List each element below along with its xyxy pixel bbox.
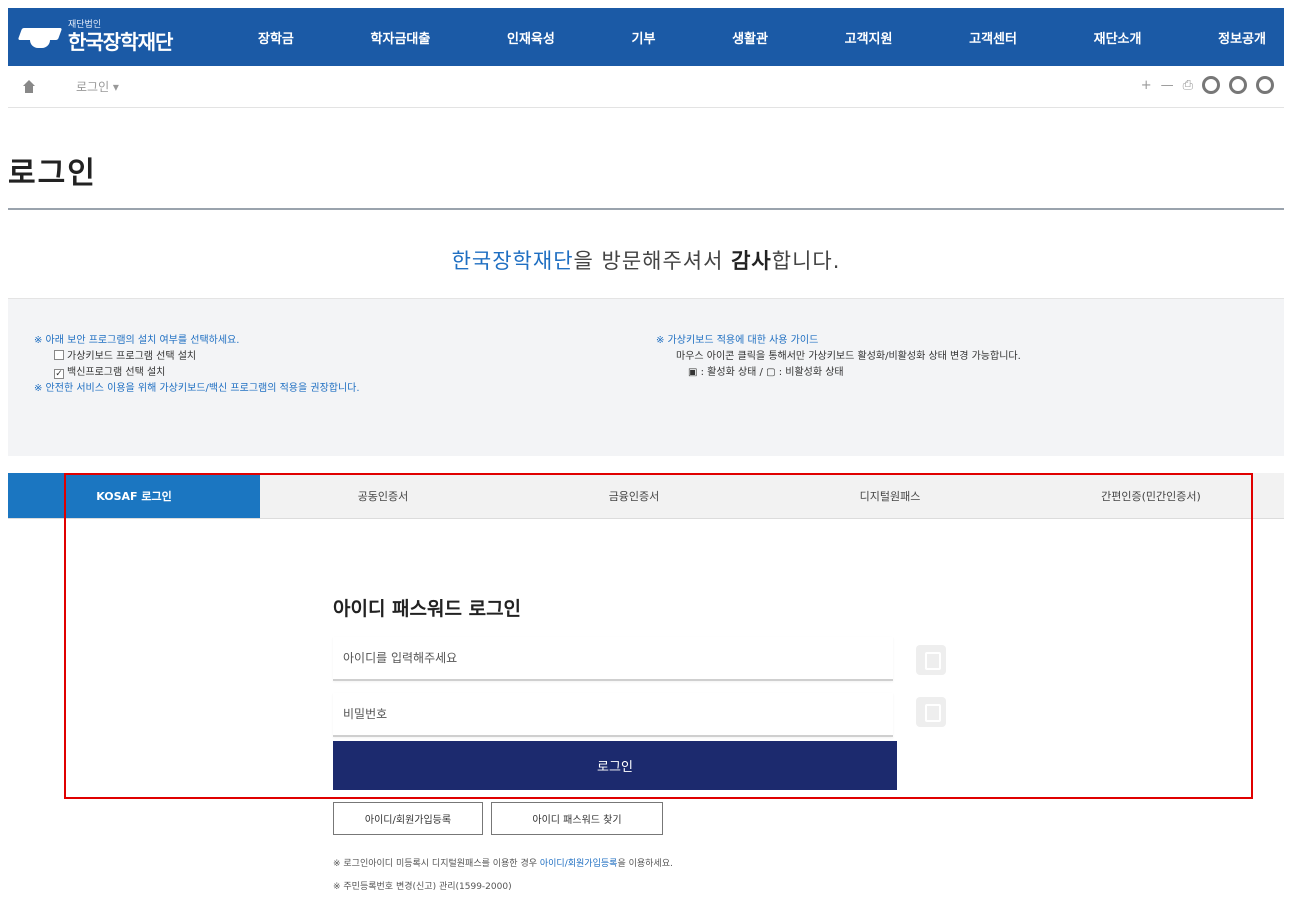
share-facebook-icon[interactable] bbox=[1202, 76, 1220, 94]
tab-simple-auth[interactable]: 간편인증(민간인증서) bbox=[1018, 473, 1284, 518]
menu-item-disclosure[interactable]: 정보공개 bbox=[1218, 28, 1266, 47]
page-title: 로그인 bbox=[8, 156, 97, 191]
main-menu: 장학금 학자금대출 인재육성 기부 생활관 고객지원 고객센터 재단소개 정보공… bbox=[258, 28, 1284, 47]
id-field bbox=[333, 637, 893, 681]
login-method-tabs: KOSAF 로그인 공동인증서 금융인증서 디지털원패스 간편인증(민간인증서) bbox=[8, 473, 1284, 519]
menu-item-talent[interactable]: 인재육성 bbox=[507, 28, 555, 47]
tab-digital-onepass[interactable]: 디지털원패스 bbox=[762, 473, 1018, 518]
menu-item-dormitory[interactable]: 생활관 bbox=[732, 28, 768, 47]
id-input[interactable] bbox=[333, 637, 893, 679]
menu-item-student-loan[interactable]: 학자금대출 bbox=[371, 28, 431, 47]
signup-button[interactable]: 아이디/회원가입등록 bbox=[333, 802, 483, 835]
zoom-out-button[interactable]: — bbox=[1161, 78, 1174, 93]
breadcrumb-current[interactable]: 로그인 ▾ bbox=[76, 78, 119, 95]
login-help-text: ※ 로그인아이디 미등록시 디지털원패스를 이용한 경우 아이디/회원가입등록을… bbox=[333, 859, 673, 869]
menu-item-scholarship[interactable]: 장학금 bbox=[258, 28, 294, 47]
antivirus-checkbox[interactable]: ✓ bbox=[54, 369, 64, 379]
zoom-in-button[interactable]: + bbox=[1141, 78, 1152, 93]
menu-item-about[interactable]: 재단소개 bbox=[1094, 28, 1142, 47]
signup-help-link[interactable]: 아이디/회원가입등록 bbox=[540, 859, 618, 869]
site-logo[interactable]: 재단법인 한국장학재단 bbox=[8, 20, 258, 54]
menu-item-customer-center[interactable]: 고객센터 bbox=[969, 28, 1017, 47]
virtual-keyboard-checkbox[interactable] bbox=[54, 350, 64, 360]
login-form-title: 아이디 패스워드 로그인 bbox=[333, 598, 522, 620]
virtual-keyboard-icon[interactable] bbox=[916, 697, 946, 727]
find-account-button[interactable]: 아이디 패스워드 찾기 bbox=[491, 802, 663, 835]
welcome-brand: 한국장학재단 bbox=[451, 249, 574, 273]
tab-kosaf-login[interactable]: KOSAF 로그인 bbox=[8, 473, 260, 518]
graduation-cap-icon bbox=[17, 20, 63, 54]
share-blog-icon[interactable] bbox=[1256, 76, 1274, 94]
password-input[interactable] bbox=[333, 693, 893, 735]
breadcrumb: 로그인 ▾ + — ⎙ bbox=[8, 66, 1284, 108]
top-navigation-bar: 재단법인 한국장학재단 장학금 학자금대출 인재육성 기부 생활관 고객지원 고… bbox=[8, 8, 1284, 66]
login-button[interactable]: 로그인 bbox=[333, 741, 897, 790]
menu-item-support[interactable]: 고객지원 bbox=[845, 28, 893, 47]
print-icon[interactable]: ⎙ bbox=[1183, 78, 1193, 93]
logo-subtitle: 재단법인 bbox=[68, 20, 102, 30]
resident-number-help-link[interactable]: ※ 주민등록번호 변경(신고) 관리(1599-2000) bbox=[333, 879, 512, 892]
security-notice-box: ※ 아래 보안 프로그램의 설치 여부를 선택하세요. 가상키보드 프로그램 선… bbox=[8, 298, 1284, 456]
home-icon[interactable] bbox=[22, 79, 36, 94]
title-divider bbox=[8, 208, 1284, 210]
password-field bbox=[333, 693, 893, 737]
page-tools: + — ⎙ bbox=[1141, 76, 1274, 94]
logo-title: 한국장학재단 bbox=[68, 30, 173, 54]
tab-joint-certificate[interactable]: 공동인증서 bbox=[260, 473, 506, 518]
welcome-message: 한국장학재단을 방문해주셔서 감사합니다. bbox=[451, 249, 841, 273]
menu-item-donation[interactable]: 기부 bbox=[632, 28, 656, 47]
tab-financial-certificate[interactable]: 금융인증서 bbox=[506, 473, 762, 518]
virtual-keyboard-icon[interactable] bbox=[916, 645, 946, 675]
share-twitter-icon[interactable] bbox=[1229, 76, 1247, 94]
